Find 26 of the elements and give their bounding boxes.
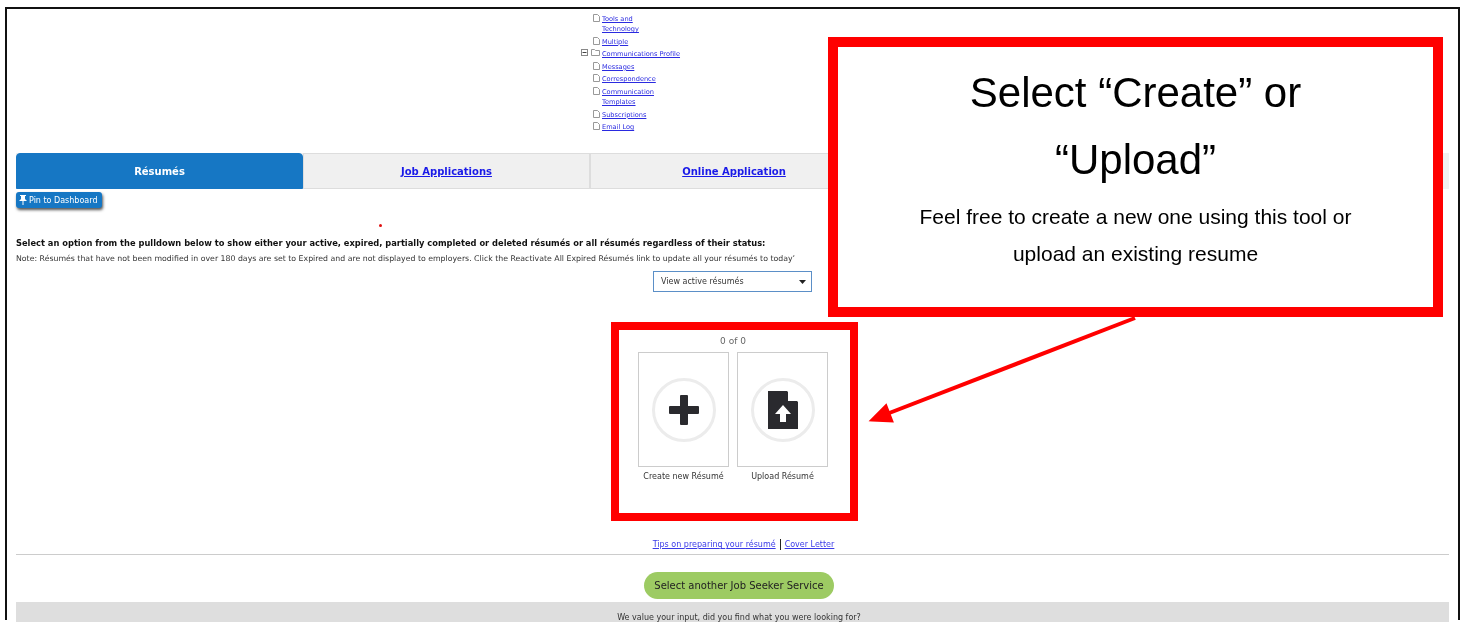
callout-text: Feel free to create a new one using this tool or upload an existing resume <box>918 204 1353 268</box>
resume-tile[interactable] <box>737 352 828 468</box>
filter-dropdown[interactable]: View active résumés <box>653 271 812 293</box>
tab[interactable]: Résumés <box>16 153 303 190</box>
pin-button[interactable]: Pin to Dashboard <box>16 192 103 209</box>
link[interactable]: Cover Letter <box>784 540 835 550</box>
caret-icon <box>799 279 806 284</box>
required-dot <box>379 224 382 228</box>
collapse-toggle-icon[interactable] <box>581 49 588 57</box>
tile-label: Create new Résumé <box>642 472 725 482</box>
pin-icon <box>19 195 27 206</box>
file-upload-icon <box>767 390 798 429</box>
resume-tile[interactable] <box>638 352 729 468</box>
result-count: 0 of 0 <box>719 336 747 347</box>
tab[interactable]: Job Applications <box>303 153 590 190</box>
instruction-text: Select an option from the pulldown below to show either your active, expired, partially completed or deleted résumés or all résumés regardless of their status: <box>16 238 766 249</box>
link[interactable]: Tips on preparing your résumé <box>652 540 776 550</box>
plus-icon <box>667 393 700 426</box>
service-button[interactable]: Select another Job Seeker Service <box>644 572 834 600</box>
tab[interactable]: Online Application <box>590 153 829 190</box>
tile-label: Upload Résumé <box>750 472 815 482</box>
folder-icon <box>591 49 600 57</box>
callout-title: Select “Create” or “Upload” <box>968 68 1303 186</box>
feedback-text: We value your input, did you find what you were looking for? <box>617 613 861 622</box>
document-icon <box>593 14 600 22</box>
document-icon <box>593 36 600 45</box>
